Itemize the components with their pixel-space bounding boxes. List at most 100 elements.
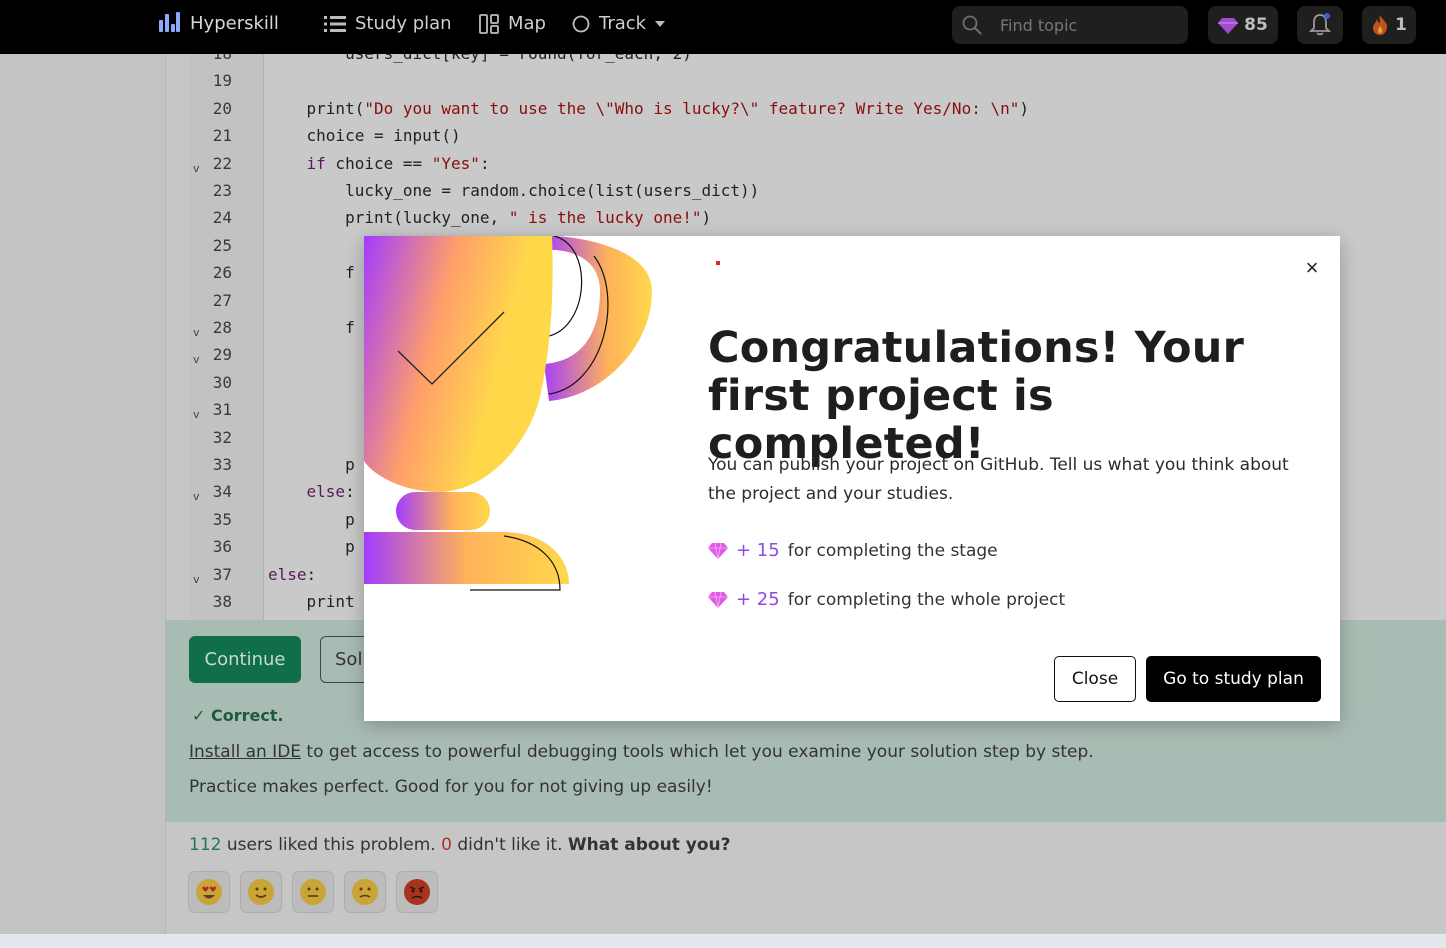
fold-toggle-icon[interactable]: v xyxy=(193,326,200,339)
code-line: f xyxy=(268,318,355,337)
line-number: 33 xyxy=(212,455,232,474)
search-icon xyxy=(962,15,982,35)
taskbar-strip xyxy=(0,934,1446,948)
fold-toggle-icon[interactable]: v xyxy=(193,408,200,421)
reaction-neutral-button[interactable] xyxy=(292,871,334,913)
neutral-emoji-icon xyxy=(300,879,326,905)
disliked-text: didn't like it. xyxy=(451,835,568,855)
fold-toggle-icon[interactable]: v xyxy=(193,353,200,366)
likes-question: What about you? xyxy=(567,835,731,855)
reward-stage-text: for completing the stage xyxy=(787,540,998,561)
reaction-confused-button[interactable] xyxy=(344,871,386,913)
liked-count: 112 xyxy=(189,835,222,855)
close-icon[interactable]: × xyxy=(1302,257,1322,279)
practice-message: Practice makes perfect. Good for you for… xyxy=(189,777,713,797)
code-line: p xyxy=(268,509,355,529)
streak-counter[interactable]: 1 xyxy=(1362,6,1416,44)
track-circle-icon xyxy=(572,15,590,32)
chevron-down-icon xyxy=(655,20,666,27)
code-line: print("Do you want to use the \"Who is l… xyxy=(268,98,1029,118)
reaction-bar xyxy=(188,871,438,913)
line-number: 25 xyxy=(212,235,232,255)
gem-icon xyxy=(708,591,728,608)
ide-hint-text: to get access to powerful debugging tool… xyxy=(301,742,1094,762)
dialog-title: Congratulations! Your first project is c… xyxy=(708,323,1245,469)
code-line: print(lucky_one, " is the lucky one!") xyxy=(268,208,712,228)
code-line: p xyxy=(268,455,355,474)
disliked-count: 0 xyxy=(441,835,452,855)
hyperskill-logo-icon xyxy=(158,12,180,34)
gems-counter[interactable]: 85 xyxy=(1208,6,1278,44)
search-box[interactable] xyxy=(952,6,1188,44)
line-number: 24 xyxy=(212,208,232,228)
reaction-love-button[interactable] xyxy=(188,871,230,913)
line-number: 32 xyxy=(212,427,232,447)
close-button[interactable]: Close xyxy=(1054,656,1136,702)
nav-track[interactable]: Track xyxy=(572,13,666,34)
dialog-body: You can publish your project on GitHub. … xyxy=(708,455,1289,504)
reward-stage-amount: + 15 xyxy=(736,540,780,561)
nav-map[interactable]: Map xyxy=(479,13,546,34)
nav-study-plan-label: Study plan xyxy=(355,13,452,34)
line-number: 35 xyxy=(212,509,232,529)
line-number: 18 xyxy=(190,54,232,63)
line-number: 30 xyxy=(212,372,232,392)
heart-eyes-emoji-icon xyxy=(196,879,222,905)
ide-hint: Install an IDE to get access to powerful… xyxy=(189,742,1094,762)
search-input[interactable] xyxy=(1000,15,1170,35)
code-line: lucky_one = random.choice(list(users_dic… xyxy=(268,181,760,200)
correct-status: ✓ Correct. xyxy=(192,706,284,725)
fold-toggle-icon[interactable]: v xyxy=(193,573,200,586)
gems-count: 85 xyxy=(1244,15,1268,35)
install-ide-link[interactable]: Install an IDE xyxy=(189,742,301,762)
line-number: 19 xyxy=(212,71,232,91)
list-icon xyxy=(324,15,346,32)
line-number: 27 xyxy=(212,290,232,310)
liked-text: users liked this problem. xyxy=(221,835,442,855)
gem-icon xyxy=(708,542,728,559)
line-number: 36 xyxy=(212,537,232,557)
confused-emoji-icon xyxy=(352,879,378,905)
code-line: choice = input() xyxy=(268,126,461,146)
code-line: else: xyxy=(306,482,355,502)
reaction-angry-button[interactable] xyxy=(396,871,438,913)
line-number: 20 xyxy=(212,98,232,118)
bell-icon xyxy=(1309,13,1331,36)
smile-emoji-icon xyxy=(248,879,274,905)
fold-toggle-icon[interactable]: v xyxy=(193,490,200,503)
fold-toggle-icon[interactable]: v xyxy=(193,162,200,175)
reward-project-text: for completing the whole project xyxy=(787,589,1066,610)
top-nav: Hyperskill Study plan Map Track 85 1 xyxy=(0,0,1446,54)
red-dot xyxy=(716,261,720,265)
nav-map-label: Map xyxy=(508,13,546,34)
angry-emoji-icon xyxy=(404,879,430,905)
brand-name: Hyperskill xyxy=(190,12,279,34)
line-number: 26 xyxy=(212,263,232,283)
line-number: 21 xyxy=(212,126,232,146)
trophy-illustration xyxy=(364,236,652,591)
reward-project: + 25 for completing the whole project xyxy=(708,589,1065,610)
correct-label: Correct. xyxy=(210,706,284,725)
line-gutter: 1819202122v232425262728v29v3031v323334v3… xyxy=(190,54,264,620)
brand[interactable]: Hyperskill xyxy=(158,12,279,34)
code-line: f xyxy=(268,263,355,283)
nav-study-plan[interactable]: Study plan xyxy=(324,13,452,34)
reaction-smile-button[interactable] xyxy=(240,871,282,913)
likes-summary: 112 users liked this problem. 0 didn't l… xyxy=(189,835,730,855)
streak-count: 1 xyxy=(1395,15,1407,35)
code-line: users_dict[key] = round(for_each, 2) xyxy=(268,54,692,63)
line-number: 38 xyxy=(212,592,232,611)
nav-track-label: Track xyxy=(599,13,647,34)
line-number: 23 xyxy=(212,181,232,200)
gem-icon xyxy=(1218,17,1239,34)
code-line: print xyxy=(268,592,355,611)
map-icon xyxy=(479,13,499,34)
checkmark-icon: ✓ xyxy=(192,706,206,725)
notifications-button[interactable] xyxy=(1297,6,1343,44)
project-completed-dialog: × Congratulations! Your first project is… xyxy=(364,236,1340,721)
go-to-study-plan-button[interactable]: Go to study plan xyxy=(1146,656,1321,702)
continue-button[interactable]: Continue xyxy=(189,636,301,683)
code-line: else: xyxy=(268,564,317,584)
left-rail xyxy=(0,54,166,934)
fire-icon xyxy=(1373,15,1388,35)
